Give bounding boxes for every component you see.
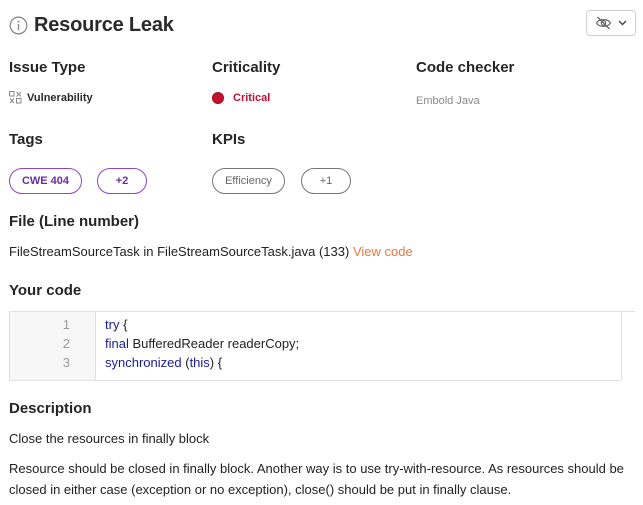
code-text: BufferedReader readerCopy; <box>128 336 300 351</box>
code-text: ( <box>181 355 190 370</box>
code-checker-text: Embold Java <box>416 95 480 107</box>
code-keyword: try <box>105 317 120 332</box>
code-keyword: this <box>189 355 210 370</box>
code-snippet: 1 2 3 try { final BufferedReader readerC… <box>9 311 622 381</box>
critical-dot-icon <box>212 92 224 104</box>
kpi-more[interactable]: +1 <box>301 168 351 194</box>
info-circle-icon[interactable] <box>9 16 28 35</box>
issue-type-text: Vulnerability <box>27 91 93 104</box>
code-line: synchronized (this) { <box>105 353 299 372</box>
file-location: FileStreamSourceTask in FileStreamSource… <box>9 244 413 259</box>
kpi-efficiency[interactable]: Efficiency <box>212 168 285 194</box>
criticality-value: Critical <box>212 92 270 104</box>
page-header: Resource Leak <box>9 12 174 38</box>
issue-type-value: Vulnerability <box>9 91 93 104</box>
line-number: 1 <box>62 317 70 332</box>
code-keyword: final <box>105 336 129 351</box>
tag-more[interactable]: +2 <box>97 168 147 194</box>
your-code-label: Your code <box>9 282 82 299</box>
tag-cwe-404[interactable]: CWE 404 <box>9 168 82 194</box>
code-line: try { <box>105 315 299 334</box>
tags-label: Tags <box>9 131 43 148</box>
page-title: Resource Leak <box>34 13 174 36</box>
visibility-dropdown[interactable] <box>586 10 636 36</box>
description-summary: Close the resources in finally block <box>9 431 210 446</box>
chevron-down-icon <box>618 20 627 26</box>
code-scroll-area[interactable] <box>621 311 635 381</box>
code-text: { <box>119 317 128 332</box>
issue-type-label: Issue Type <box>9 59 86 76</box>
criticality-text: Critical <box>233 92 271 104</box>
code-checker-label: Code checker <box>416 59 515 76</box>
code-text: ) { <box>209 355 223 370</box>
view-code-link[interactable]: View code <box>353 244 413 259</box>
kpis-label: KPIs <box>212 131 246 148</box>
line-number: 2 <box>62 336 70 351</box>
description-body: Resource should be closed in finally blo… <box>9 461 624 497</box>
description-label: Description <box>9 400 92 417</box>
line-number-gutter: 1 2 3 <box>10 312 96 380</box>
line-number: 3 <box>62 355 70 370</box>
criticality-label: Criticality <box>212 59 281 76</box>
vulnerability-icon <box>9 91 22 104</box>
file-label: File (Line number) <box>9 213 140 230</box>
code-line: final BufferedReader readerCopy; <box>105 334 299 353</box>
code-lines: try { final BufferedReader readerCopy; s… <box>96 312 299 380</box>
code-keyword: synchronized <box>105 355 182 370</box>
file-location-text: FileStreamSourceTask in FileStreamSource… <box>9 244 350 259</box>
code-checker-value: Embold Java <box>416 95 480 107</box>
eye-off-icon <box>595 16 612 30</box>
